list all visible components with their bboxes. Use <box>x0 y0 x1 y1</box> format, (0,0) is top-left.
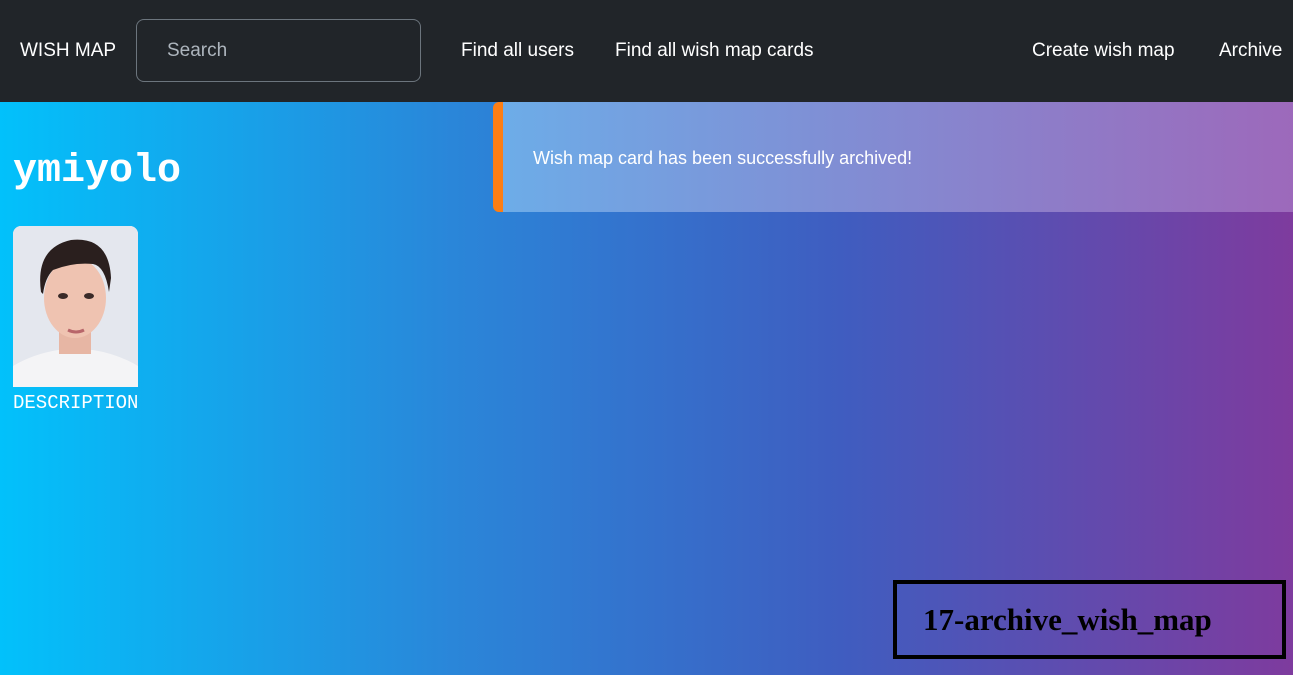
toast-message: Wish map card has been successfully arch… <box>533 148 913 168</box>
screenshot-caption-box: 17-archive_wish_map <box>893 580 1286 659</box>
top-navbar: WISH MAP Find all users Find all wish ma… <box>0 0 1293 102</box>
brand-link[interactable]: WISH MAP <box>20 39 116 63</box>
nav-link-find-all-wish-map-cards[interactable]: Find all wish map cards <box>615 39 814 63</box>
nav-link-find-all-users[interactable]: Find all users <box>461 39 574 63</box>
search-input[interactable] <box>136 19 421 82</box>
nav-link-archive[interactable]: Archive <box>1219 39 1282 63</box>
avatar-photo <box>13 226 138 387</box>
nav-link-create-wish-map[interactable]: Create wish map <box>1032 39 1175 63</box>
profile-username: ymiyolo <box>13 149 182 194</box>
success-toast: Wish map card has been successfully arch… <box>493 102 1293 212</box>
profile-description: DESCRIPTION <box>13 392 139 414</box>
screenshot-caption-label: 17-archive_wish_map <box>923 602 1212 637</box>
profile-avatar <box>13 226 138 387</box>
